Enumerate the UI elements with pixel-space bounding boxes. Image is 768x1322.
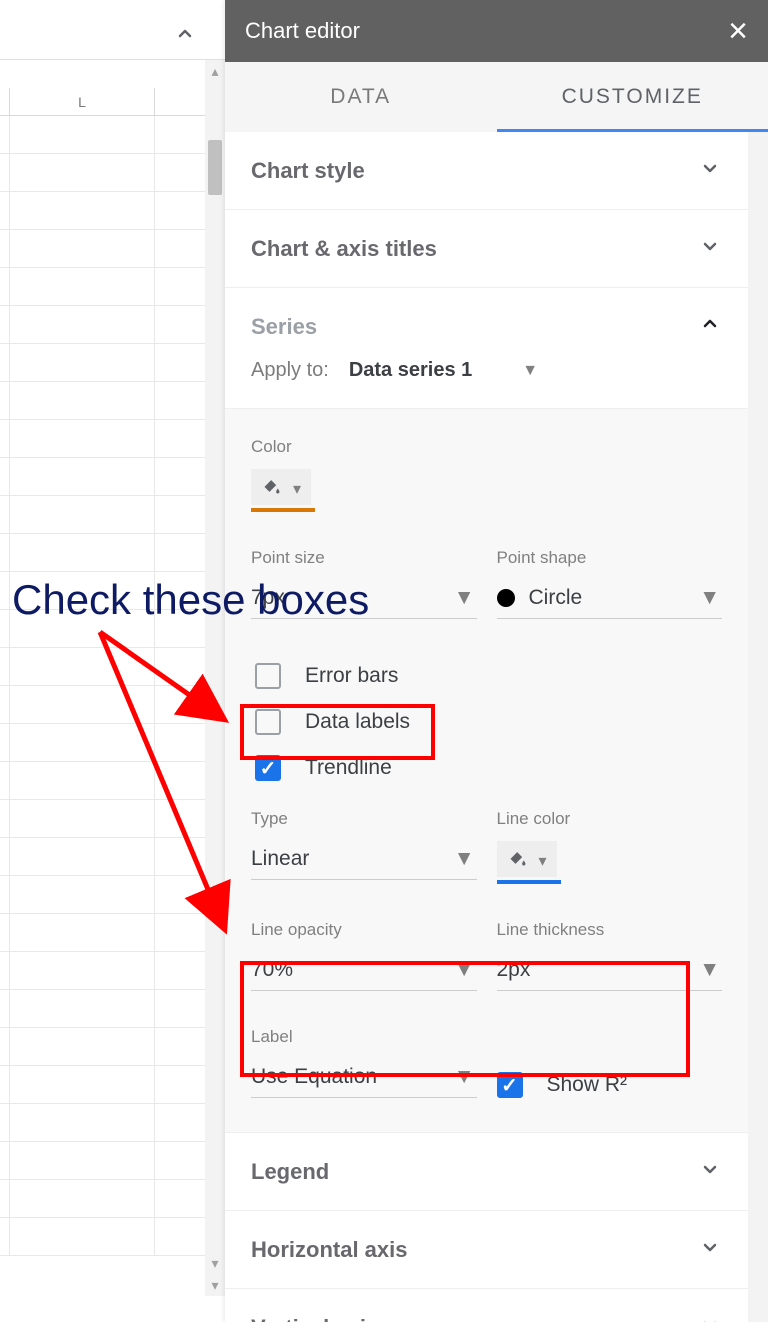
trendline-checkbox[interactable] bbox=[255, 755, 281, 781]
point-size-label: Point size bbox=[251, 548, 477, 568]
error-bars-row[interactable]: Error bars bbox=[251, 653, 722, 699]
chevron-down-icon bbox=[698, 1157, 722, 1186]
type-label: Type bbox=[251, 809, 477, 829]
apply-to-row[interactable]: Apply to: Data series 1 ▼ bbox=[225, 351, 748, 409]
apply-to-label: Apply to: bbox=[251, 359, 329, 382]
line-opacity-select[interactable]: 70% ▼ bbox=[251, 952, 477, 991]
line-color-button[interactable]: ▾ bbox=[497, 841, 723, 884]
section-horizontal-axis[interactable]: Horizontal axis bbox=[225, 1211, 748, 1289]
chevron-up-icon bbox=[698, 312, 722, 341]
dropdown-triangle-icon: ▾ bbox=[293, 479, 301, 499]
line-thickness-value: 2px bbox=[497, 958, 531, 982]
label-field-label: Label bbox=[251, 1027, 477, 1047]
color-label: Color bbox=[251, 437, 722, 457]
show-r2-row[interactable]: Show R² bbox=[497, 1072, 628, 1098]
chevron-down-icon bbox=[698, 156, 722, 185]
scroll-down-arrow-icon-2[interactable]: ▾ bbox=[205, 1274, 225, 1296]
dropdown-triangle-icon: ▼ bbox=[699, 958, 720, 982]
dropdown-triangle-icon: ▼ bbox=[699, 586, 720, 610]
chevron-down-icon bbox=[698, 1235, 722, 1264]
dropdown-triangle-icon: ▼ bbox=[522, 362, 538, 380]
error-bars-label: Error bars bbox=[305, 664, 398, 688]
line-opacity-value: 70% bbox=[251, 958, 293, 982]
scroll-thumb[interactable] bbox=[208, 140, 222, 195]
line-thickness-label: Line thickness bbox=[497, 920, 723, 940]
section-series: Series Apply to: Data series 1 ▼ Color bbox=[225, 288, 748, 1133]
data-labels-row[interactable]: Data labels bbox=[251, 699, 722, 745]
panel-header: Chart editor × bbox=[225, 0, 768, 62]
trendline-row[interactable]: Trendline bbox=[251, 745, 722, 791]
chevron-up-icon[interactable] bbox=[173, 22, 197, 51]
paint-bucket-icon bbox=[507, 848, 529, 873]
spreadsheet-scrollbar[interactable]: ▴ ▾ ▾ bbox=[205, 60, 225, 1296]
line-thickness-select[interactable]: 2px ▼ bbox=[497, 952, 723, 991]
section-label: Vertical axis bbox=[251, 1315, 378, 1322]
show-r2-checkbox[interactable] bbox=[497, 1072, 523, 1098]
sections-scroll[interactable]: Chart style Chart & axis titles Series A… bbox=[225, 132, 748, 1322]
point-size-select[interactable]: 7px ▼ bbox=[251, 580, 477, 619]
panel-scrollbar[interactable] bbox=[748, 132, 768, 1322]
series-body: Color ▾ Point size bbox=[225, 409, 748, 1133]
section-legend[interactable]: Legend bbox=[225, 1133, 748, 1211]
line-opacity-label: Line opacity bbox=[251, 920, 477, 940]
series-color-button[interactable]: ▾ bbox=[251, 469, 722, 512]
dropdown-triangle-icon: ▼ bbox=[454, 847, 475, 871]
section-series-header[interactable]: Series bbox=[225, 288, 748, 351]
data-labels-label: Data labels bbox=[305, 710, 410, 734]
section-label: Legend bbox=[251, 1159, 329, 1185]
trendline-type-value: Linear bbox=[251, 847, 309, 871]
chart-editor-panel: Chart editor × DATA CUSTOMIZE Chart styl… bbox=[225, 0, 768, 1322]
section-vertical-axis[interactable]: Vertical axis bbox=[225, 1289, 748, 1322]
point-size-value: 7px bbox=[251, 586, 285, 610]
show-r2-label: Show R² bbox=[547, 1073, 628, 1097]
section-chart-axis-titles[interactable]: Chart & axis titles bbox=[225, 210, 748, 288]
close-icon[interactable]: × bbox=[728, 14, 748, 48]
section-label: Series bbox=[251, 314, 317, 340]
error-bars-checkbox[interactable] bbox=[255, 663, 281, 689]
tabs: DATA CUSTOMIZE bbox=[225, 62, 768, 132]
section-label: Chart & axis titles bbox=[251, 236, 437, 262]
column-header-l[interactable]: L bbox=[10, 88, 155, 115]
trendline-label-select[interactable]: Use Equation ▼ bbox=[251, 1059, 477, 1098]
dropdown-triangle-icon: ▾ bbox=[539, 851, 547, 871]
section-label: Chart style bbox=[251, 158, 365, 184]
data-labels-checkbox[interactable] bbox=[255, 709, 281, 735]
point-shape-label: Point shape bbox=[497, 548, 723, 568]
trendline-label-value: Use Equation bbox=[251, 1065, 377, 1089]
column-headers: L bbox=[0, 88, 225, 116]
scroll-down-arrow-icon[interactable]: ▾ bbox=[205, 1252, 225, 1274]
tab-data[interactable]: DATA bbox=[225, 62, 497, 132]
chevron-down-icon bbox=[698, 234, 722, 263]
dropdown-triangle-icon: ▼ bbox=[454, 958, 475, 982]
paint-bucket-icon bbox=[261, 476, 283, 501]
tab-customize[interactable]: CUSTOMIZE bbox=[497, 62, 768, 132]
section-label: Horizontal axis bbox=[251, 1237, 407, 1263]
dropdown-triangle-icon: ▼ bbox=[454, 586, 475, 610]
apply-to-value: Data series 1 bbox=[349, 359, 472, 382]
line-color-label: Line color bbox=[497, 809, 723, 829]
trendline-label: Trendline bbox=[305, 756, 392, 780]
chevron-down-icon bbox=[698, 1313, 722, 1322]
point-shape-select[interactable]: Circle ▼ bbox=[497, 580, 723, 619]
spreadsheet-cells[interactable] bbox=[0, 116, 225, 1256]
scroll-up-arrow-icon[interactable]: ▴ bbox=[205, 60, 225, 82]
dropdown-triangle-icon: ▼ bbox=[454, 1065, 475, 1089]
circle-icon bbox=[497, 589, 515, 607]
point-shape-value: Circle bbox=[529, 586, 583, 610]
trendline-type-select[interactable]: Linear ▼ bbox=[251, 841, 477, 880]
panel-title: Chart editor bbox=[245, 18, 728, 44]
section-chart-style[interactable]: Chart style bbox=[225, 132, 748, 210]
spreadsheet-background: L bbox=[0, 0, 225, 1322]
